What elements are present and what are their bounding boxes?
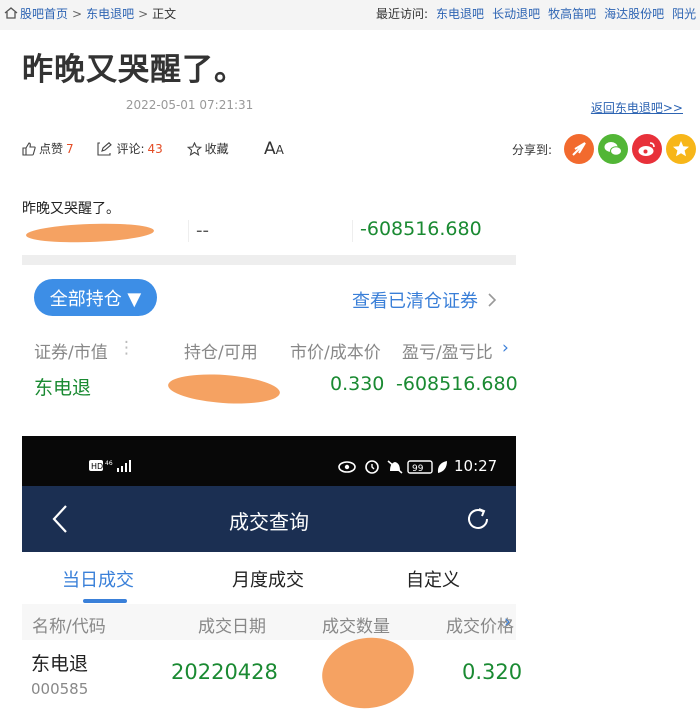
recent-link[interactable]: 东电退吧 (436, 7, 484, 21)
all-holdings-button[interactable]: 全部持仓 ▼ (34, 279, 157, 316)
star-icon (186, 141, 202, 156)
tab-custom[interactable]: 自定义 (406, 566, 460, 592)
favorite-button[interactable]: 收藏 (186, 140, 229, 157)
holdings-screenshot: -- -608516.680 全部持仓 ▼ 查看已清仓证券 证券/市值 ⋮ 持仓… (22, 214, 518, 417)
trade-row[interactable]: 东电退 000585 20220428 0.320 (22, 631, 522, 715)
trade-price: 0.320 (462, 660, 523, 684)
svg-text:HD: HD (91, 462, 103, 471)
col-header: 持仓/可用 (184, 343, 258, 363)
post-actions: 点赞 7 评论: 43 收藏 (22, 140, 249, 159)
edit-comment-icon (97, 141, 113, 156)
svg-text:46: 46 (105, 460, 113, 467)
divider (352, 220, 353, 242)
trade-query-screenshot: HD 46 99 10:27 成交查询 当日成交 月度成交 自定义 名称/代码 … (22, 436, 522, 725)
trade-table-header: 名称/代码 成交日期 成交数量 成交价格 › (22, 604, 516, 640)
author-link-obscured[interactable] (22, 98, 122, 108)
col-header: 成交日期 (198, 617, 266, 637)
profit-loss: -608516.680 (396, 373, 518, 395)
recent-visits-label: 最近访问: (376, 7, 429, 21)
col-header: 名称/代码 (32, 617, 106, 637)
top-bar: 股吧首页 > 东电退吧 > 正文 最近访问: 东电退吧 长动退吧 牧高笛吧 海达股份吧 阳光 (0, 0, 700, 30)
column-menu-icon[interactable]: ⋮ (118, 338, 135, 358)
battery-level: 99 (412, 464, 424, 474)
status-time: 10:27 (454, 457, 498, 475)
holdings-row[interactable]: 东电退 0.330 -608516.680 (22, 371, 518, 407)
comment-button[interactable]: 评论: 43 (97, 140, 163, 157)
recent-link[interactable]: 海达股份吧 (604, 7, 664, 21)
col-header: 成交数量 (322, 617, 390, 637)
holdings-summary: -- -608516.680 (22, 214, 516, 252)
font-size-small: A (275, 143, 284, 157)
trade-page-title: 成交查询 (229, 510, 309, 534)
trade-nav-bar: 成交查询 (22, 486, 516, 552)
chevron-right-icon[interactable]: › (504, 612, 511, 632)
post-meta: 2022-05-01 07:21:31 (22, 98, 253, 112)
trade-stock-code: 000585 (31, 680, 89, 698)
chevron-right-icon[interactable]: › (502, 338, 509, 358)
post-title: 昨晚又哭醒了。 (22, 52, 246, 88)
trade-tabs: 当日成交 月度成交 自定义 (22, 552, 516, 604)
like-button[interactable]: 点赞 7 (22, 140, 74, 157)
comment-label: 评论: (116, 142, 145, 156)
share-label: 分享到: (512, 142, 553, 157)
home-icon (4, 7, 18, 19)
share-weibo-button[interactable] (632, 134, 663, 164)
recent-visits: 最近访问: 东电退吧 长动退吧 牧高笛吧 海达股份吧 阳光 (376, 0, 696, 28)
redaction-scribble (25, 221, 155, 245)
like-label: 点赞 (39, 142, 64, 156)
divider (188, 220, 189, 242)
active-tab-indicator (83, 599, 127, 603)
breadcrumb-separator: > (138, 7, 149, 21)
breadcrumb-bar-link[interactable]: 东电退吧 (86, 7, 134, 21)
recent-link[interactable]: 阳光 (672, 7, 696, 21)
signal-icon: HD 46 (89, 460, 131, 472)
share-feed-button[interactable] (564, 134, 595, 164)
status-icons: 99 (338, 460, 447, 474)
chevron-right-icon (488, 293, 496, 307)
summary-pnl-value: -608516.680 (360, 218, 482, 240)
refresh-icon[interactable] (465, 506, 491, 532)
trade-stock-name: 东电退 (31, 653, 89, 675)
holdings-table-header: 证券/市值 ⋮ 持仓/可用 市价/成本价 盈亏/盈亏比 › (22, 336, 516, 366)
feed-icon (572, 142, 586, 156)
breadcrumb-current: 正文 (152, 7, 177, 21)
thumbs-up-icon (22, 141, 36, 156)
col-header: 证券/市值 (34, 343, 108, 363)
stock-name: 东电退 (34, 377, 92, 399)
share-bar: 分享到: (512, 134, 697, 164)
share-qzone-button[interactable] (666, 134, 697, 164)
font-size-toggle[interactable]: AA (264, 139, 284, 159)
breadcrumb-home-link[interactable]: 股吧首页 (20, 7, 68, 21)
recent-link[interactable]: 牧高笛吧 (548, 7, 596, 21)
view-cleared-link[interactable]: 查看已清仓证券 (352, 287, 497, 313)
weibo-icon (638, 142, 655, 156)
font-size-large: A (264, 139, 276, 159)
trade-date: 20220428 (171, 660, 278, 684)
back-to-bar-link[interactable]: 返回东电退吧>> (591, 99, 683, 116)
tab-monthly-trades[interactable]: 月度成交 (232, 566, 304, 592)
phone-status-bar: HD 46 99 10:27 (22, 436, 516, 486)
section-divider (22, 255, 516, 265)
comment-count: 43 (147, 141, 163, 156)
market-price: 0.330 (330, 373, 385, 395)
recent-link[interactable]: 长动退吧 (492, 7, 540, 21)
view-cleared-label: 查看已清仓证券 (352, 291, 478, 312)
like-count: 7 (66, 141, 74, 156)
tab-today-trades[interactable]: 当日成交 (62, 566, 134, 592)
post-timestamp: 2022-05-01 07:21:31 (125, 98, 254, 112)
redaction-scribble (167, 371, 281, 407)
wechat-icon (604, 142, 623, 156)
redaction-scribble (317, 631, 419, 715)
share-wechat-button[interactable] (598, 134, 629, 164)
breadcrumb-separator: > (72, 7, 83, 21)
col-header: 市价/成本价 (290, 343, 381, 363)
favorite-label: 收藏 (204, 142, 229, 156)
col-header: 盈亏/盈亏比 (402, 343, 493, 363)
qzone-icon (673, 141, 690, 157)
summary-dash: -- (196, 220, 209, 241)
breadcrumb: 股吧首页 > 东电退吧 > 正文 (4, 0, 176, 28)
